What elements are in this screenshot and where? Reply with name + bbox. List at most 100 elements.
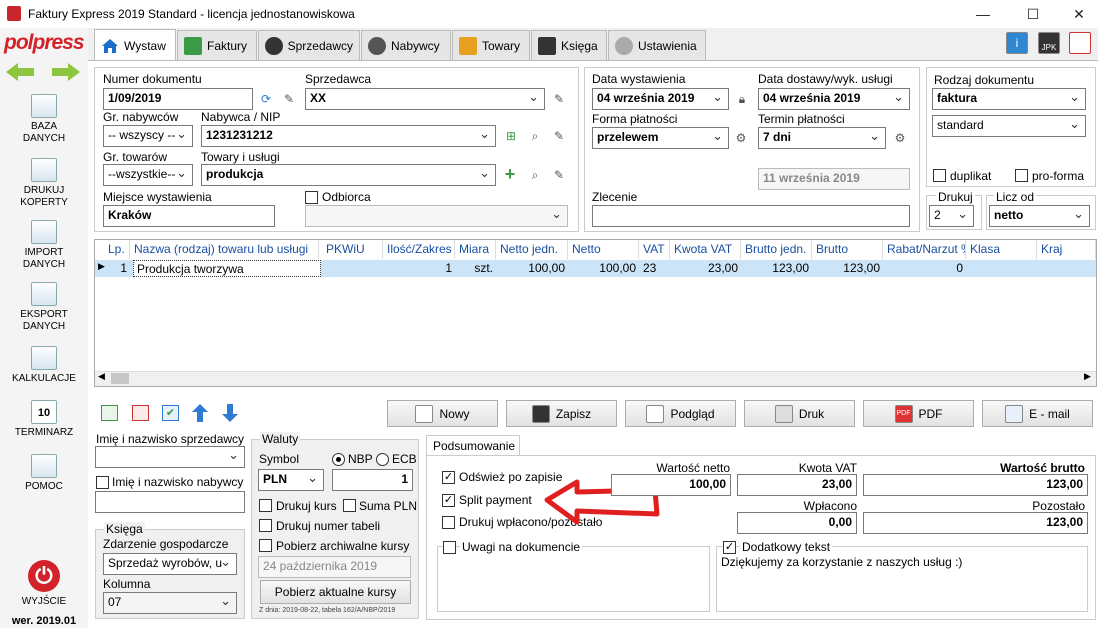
symbol-select[interactable]: PLN xyxy=(258,469,324,491)
edit-icon[interactable]: ✎ xyxy=(551,128,567,144)
lock-icon[interactable]: 🔒︎ xyxy=(734,91,750,107)
tab-ustawienia[interactable]: Ustawienia xyxy=(608,30,706,60)
nabywca-select[interactable]: 1231231212 xyxy=(201,125,496,147)
tab-wystaw[interactable]: Wystaw xyxy=(94,29,176,61)
drukuj-numer-checkbox[interactable] xyxy=(259,519,272,532)
towary-select[interactable]: produkcja xyxy=(201,164,496,186)
licz-select[interactable]: netto xyxy=(989,205,1090,227)
col-miara: Miara xyxy=(456,240,496,259)
add-row-icon[interactable] xyxy=(101,405,118,421)
suma-pln-checkbox[interactable] xyxy=(343,499,356,512)
kurs-field[interactable]: 1 xyxy=(332,469,413,491)
zapisz-button[interactable]: Zapisz xyxy=(506,400,617,427)
sprzedawca-select[interactable]: XX xyxy=(305,88,545,110)
podglad-button[interactable]: Podgląd xyxy=(625,400,736,427)
odbiorca-select[interactable] xyxy=(305,205,568,227)
col-kwota-vat: Kwota VAT xyxy=(671,240,741,259)
odswiez-checkbox[interactable]: ✓ xyxy=(442,471,455,484)
move-down-icon[interactable] xyxy=(222,404,238,422)
uwagi-checkbox[interactable] xyxy=(443,541,456,554)
gear-icon[interactable]: ⚙ xyxy=(733,130,749,146)
calendar-close-icon[interactable] xyxy=(1069,32,1091,54)
kolumna-select[interactable]: 07 xyxy=(103,592,237,614)
dodatkowy-checkbox[interactable]: ✓ xyxy=(723,541,736,554)
maximize-button[interactable]: ☐ xyxy=(1010,0,1056,28)
tab-podsumowanie[interactable]: Podsumowanie xyxy=(426,435,520,456)
nabywca-name-checkbox[interactable] xyxy=(96,476,109,489)
pobierz-kursy-button[interactable]: Pobierz aktualne kursy xyxy=(260,580,411,604)
tab-faktury[interactable]: Faktury xyxy=(177,30,257,60)
proforma-checkbox[interactable] xyxy=(1015,169,1028,182)
sidebar-item-terminarz[interactable]: 10 TERMINARZ xyxy=(0,400,88,439)
close-button[interactable]: ✕ xyxy=(1056,0,1098,28)
termin-select[interactable]: 7 dni xyxy=(758,127,886,149)
sidebar-item-drukuj-koperty[interactable]: DRUKUJ KOPERTY xyxy=(0,158,88,209)
jpk-icon[interactable]: JPK xyxy=(1038,32,1060,54)
wplacono-value[interactable]: 0,00 xyxy=(737,512,857,534)
gr-towarow-select[interactable]: --wszystkie-- xyxy=(103,164,193,186)
druk-button[interactable]: Druk xyxy=(744,400,855,427)
scrollbar-thumb[interactable] xyxy=(111,373,129,384)
data-dost-picker[interactable]: 04 września 2019 xyxy=(758,88,910,110)
delete-row-icon[interactable] xyxy=(132,405,149,421)
drukuj-kurs-checkbox[interactable] xyxy=(259,499,272,512)
pdf-button[interactable]: PDF PDF xyxy=(863,400,974,427)
zlecenie-field[interactable] xyxy=(592,205,910,227)
items-table[interactable]: Lp. Nazwa (rodzaj) towaru lub usługi PKW… xyxy=(94,239,1097,387)
rodzaj-select[interactable]: faktura xyxy=(932,88,1086,110)
scroll-left-icon[interactable]: ◀ xyxy=(98,371,105,382)
import-icon xyxy=(31,220,57,244)
numer-field[interactable]: 1/09/2019 xyxy=(103,88,253,110)
edit-icon[interactable]: ✎ xyxy=(281,91,297,107)
move-up-icon[interactable] xyxy=(192,404,208,422)
refresh-icon[interactable]: ⟳ xyxy=(258,91,274,107)
zdarzenie-select[interactable]: Sprzedaż wyrobów, u xyxy=(103,553,237,575)
edit-icon[interactable]: ✎ xyxy=(551,91,567,107)
nabywca-name-field[interactable] xyxy=(95,491,245,513)
data-wyst-picker[interactable]: 04 września 2019 xyxy=(592,88,729,110)
sidebar-item-import-danych[interactable]: IMPORT DANYCH xyxy=(0,220,88,271)
sidebar-item-baza-danych[interactable]: BAZA DANYCH xyxy=(0,94,88,145)
drukuj-wplacono-checkbox[interactable] xyxy=(442,516,455,529)
nbp-radio[interactable] xyxy=(332,453,345,466)
sidebar-item-kalkulacje[interactable]: KALKULACJE xyxy=(0,346,88,385)
sidebar-item-wyjscie[interactable]: WYJŚCIE xyxy=(0,596,88,608)
ecb-radio[interactable] xyxy=(376,453,389,466)
duplikat-checkbox[interactable] xyxy=(933,169,946,182)
forma-select[interactable]: przelewem xyxy=(592,127,729,149)
col-nazwa: Nazwa (rodzaj) towaru lub usługi xyxy=(131,240,319,259)
horizontal-scrollbar[interactable] xyxy=(95,371,1096,386)
search-icon[interactable]: ⌕ xyxy=(527,167,543,183)
odbiorca-checkbox[interactable] xyxy=(305,191,318,204)
sidebar-item-eksport-danych[interactable]: EKSPORT DANYCH xyxy=(0,282,88,333)
forward-arrow-icon[interactable] xyxy=(52,63,80,81)
check-row-icon[interactable]: ✔ xyxy=(162,405,179,421)
edit-icon[interactable]: ✎ xyxy=(551,167,567,183)
tab-sprzedawcy[interactable]: Sprzedawcy xyxy=(258,30,360,60)
miejsce-field[interactable]: Kraków xyxy=(103,205,275,227)
sprzedawca-name-select[interactable] xyxy=(95,446,245,468)
email-button[interactable]: E - mail xyxy=(982,400,1093,427)
info-icon[interactable]: i xyxy=(1006,32,1028,54)
plus-icon[interactable]: + xyxy=(502,164,518,184)
tab-nabywcy[interactable]: Nabywcy xyxy=(361,30,451,60)
search-icon[interactable]: ⌕ xyxy=(527,128,543,144)
sidebar-item-pomoc[interactable]: POMOC xyxy=(0,454,88,493)
power-icon[interactable]: ⏻ xyxy=(28,560,60,592)
scroll-right-icon[interactable]: ▶ xyxy=(1084,371,1091,382)
drukuj-select[interactable]: 2 xyxy=(929,205,974,227)
rodzaj2-select[interactable]: standard xyxy=(932,115,1086,137)
tab-ksiega[interactable]: Księga xyxy=(531,30,607,60)
nowy-button[interactable]: Nowy xyxy=(387,400,498,427)
dodatkowy-text[interactable]: Dziękujemy za korzystanie z naszych usłu… xyxy=(721,555,962,569)
uwagi-box[interactable] xyxy=(437,546,710,612)
add-icon[interactable]: ⊞ xyxy=(503,128,519,144)
minimize-button[interactable]: — xyxy=(960,0,1006,28)
gear-icon[interactable]: ⚙ xyxy=(892,130,908,146)
back-arrow-icon[interactable] xyxy=(6,63,34,81)
cell-nazwa[interactable]: Produkcja tworzywa xyxy=(133,260,321,277)
gr-nabywcow-select[interactable]: -- wszyscy -- xyxy=(103,125,193,147)
pobierz-arch-checkbox[interactable] xyxy=(259,539,272,552)
tab-towary[interactable]: Towary xyxy=(452,30,530,60)
split-payment-checkbox[interactable]: ✓ xyxy=(442,494,455,507)
